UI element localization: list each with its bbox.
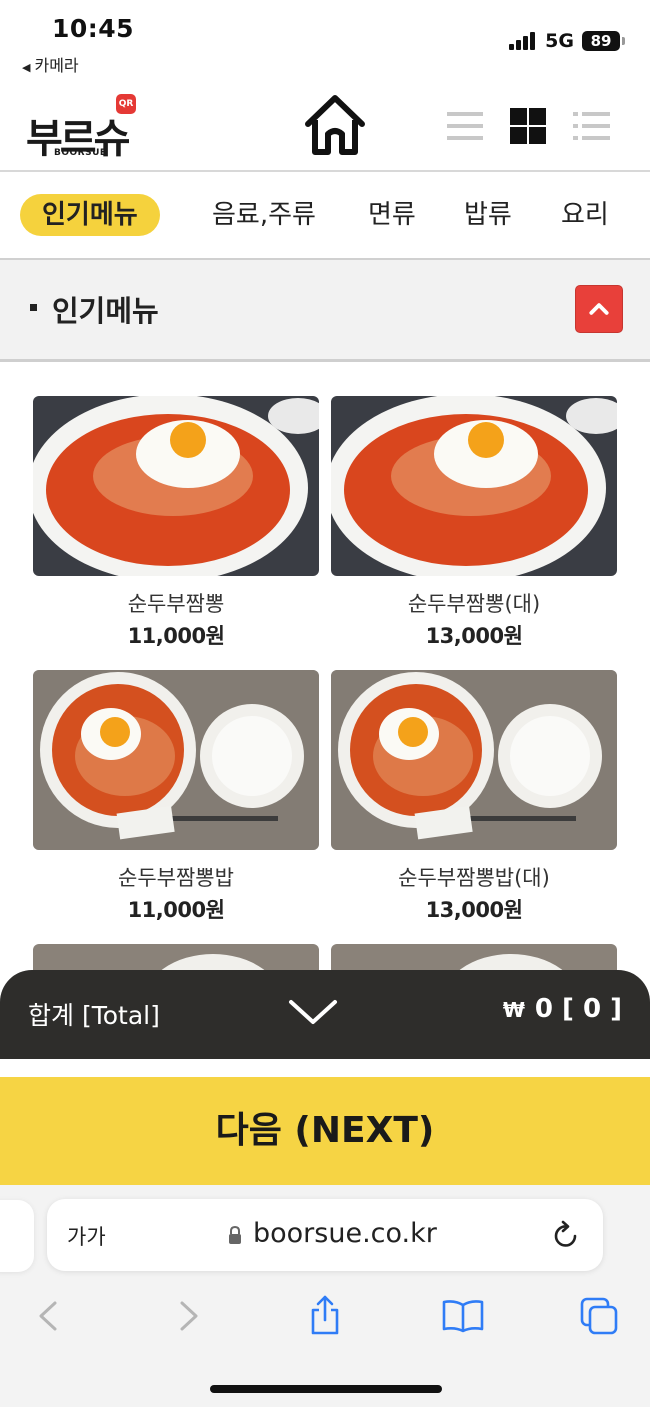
detail-list-icon[interactable] — [572, 106, 612, 146]
reload-icon[interactable] — [551, 1220, 581, 1250]
home-icon[interactable] — [300, 90, 370, 160]
category-tabs: 인기메뉴 음료,주류 면류 밥류 요리 — [0, 172, 650, 260]
menu-grid: 순두부짬뽕 11,000원 순두부짬뽕(대) 13,000원 순두부짬뽕밥 11… — [0, 362, 650, 970]
chevron-up-icon[interactable] — [575, 285, 623, 333]
share-icon[interactable] — [302, 1293, 348, 1339]
home-indicator — [210, 1385, 442, 1393]
section-title: 인기메뉴 — [52, 294, 159, 328]
text-size-button[interactable]: 가가 — [67, 1221, 106, 1251]
forward-icon[interactable] — [166, 1293, 212, 1339]
soup-photo — [33, 396, 319, 576]
section-header: 인기메뉴 — [0, 260, 650, 362]
bookmarks-icon[interactable] — [440, 1293, 486, 1339]
soup-and-rice-photo — [331, 670, 617, 850]
menu-item[interactable] — [331, 944, 617, 970]
status-bar: 10:45 ◀ 카메라 5G 89 — [0, 0, 650, 80]
menu-item[interactable]: 순두부짬뽕(대) 13,000원 — [331, 396, 617, 650]
total-bar[interactable]: 합계 [Total] ₩0 [ 0 ] — [0, 970, 650, 1059]
soup-photo — [331, 396, 617, 576]
tabs-icon[interactable] — [576, 1293, 622, 1339]
menu-item-name: 순두부짬뽕밥 — [118, 866, 234, 890]
next-button[interactable]: 다음 (NEXT) — [0, 1077, 650, 1185]
menu-item-name: 순두부짬뽕(대) — [407, 592, 541, 616]
menu-item[interactable] — [33, 944, 319, 970]
menu-item-price: 11,000원 — [127, 624, 225, 648]
signal-icon — [509, 32, 537, 50]
total-count: [ 0 ] — [562, 994, 622, 1024]
back-to-app-link[interactable]: ◀ 카메라 — [22, 52, 79, 76]
currency-symbol: ₩ — [502, 998, 525, 1022]
menu-item[interactable]: 순두부짬뽕밥(대) 13,000원 — [331, 670, 617, 924]
menu-item[interactable]: 순두부짬뽕밥 11,000원 — [33, 670, 319, 924]
menu-item-price: 13,000원 — [425, 624, 523, 648]
menu-item-name: 순두부짬뽕밥(대) — [398, 866, 550, 890]
tab-noodles[interactable]: 면류 — [368, 194, 416, 236]
back-icon[interactable] — [25, 1293, 71, 1339]
status-time: 10:45 — [52, 14, 135, 43]
chevron-down-icon[interactable] — [287, 994, 339, 1030]
previous-tab-card[interactable] — [0, 1200, 34, 1272]
menu-item-name: 순두부짬뽕 — [127, 592, 225, 616]
address-bar[interactable]: 가가 boorsue.co.kr — [47, 1199, 603, 1271]
menu-item-price: 13,000원 — [425, 898, 523, 922]
total-price: 0 — [534, 994, 553, 1024]
boorsue-logo[interactable]: 부르슈 BOORSUE QR — [26, 94, 136, 162]
list-view-icon[interactable] — [444, 106, 484, 146]
section-bullet — [30, 304, 37, 311]
lock-icon — [229, 1225, 241, 1244]
soup-and-rice-photo — [33, 670, 319, 850]
total-label: 합계 [Total] — [28, 1001, 160, 1030]
tab-dishes[interactable]: 요리 — [561, 194, 609, 236]
status-indicators: 5G 89 — [509, 30, 625, 52]
food-photo-partial — [331, 944, 617, 970]
battery-icon: 89 — [582, 31, 625, 51]
tab-rice[interactable]: 밥류 — [464, 194, 512, 236]
total-amount: ₩0 [ 0 ] — [503, 994, 622, 1024]
app-header: 부르슈 BOORSUE QR — [0, 80, 650, 172]
menu-item-price: 11,000원 — [127, 898, 225, 922]
food-photo-partial — [33, 944, 319, 970]
tab-drinks[interactable]: 음료,주류 — [212, 194, 316, 236]
logo-subtext: BOORSUE — [54, 148, 107, 158]
qr-badge: QR — [116, 94, 136, 114]
tab-popular[interactable]: 인기메뉴 — [20, 194, 160, 236]
network-label: 5G — [545, 30, 574, 52]
browser-toolbar: 가가 boorsue.co.kr — [0, 1185, 650, 1407]
url-text: boorsue.co.kr — [253, 1218, 437, 1249]
menu-item[interactable]: 순두부짬뽕 11,000원 — [33, 396, 319, 650]
back-triangle-icon: ◀ — [22, 61, 31, 74]
grid-view-icon[interactable] — [508, 106, 548, 146]
back-app-label: 카메라 — [34, 56, 79, 75]
